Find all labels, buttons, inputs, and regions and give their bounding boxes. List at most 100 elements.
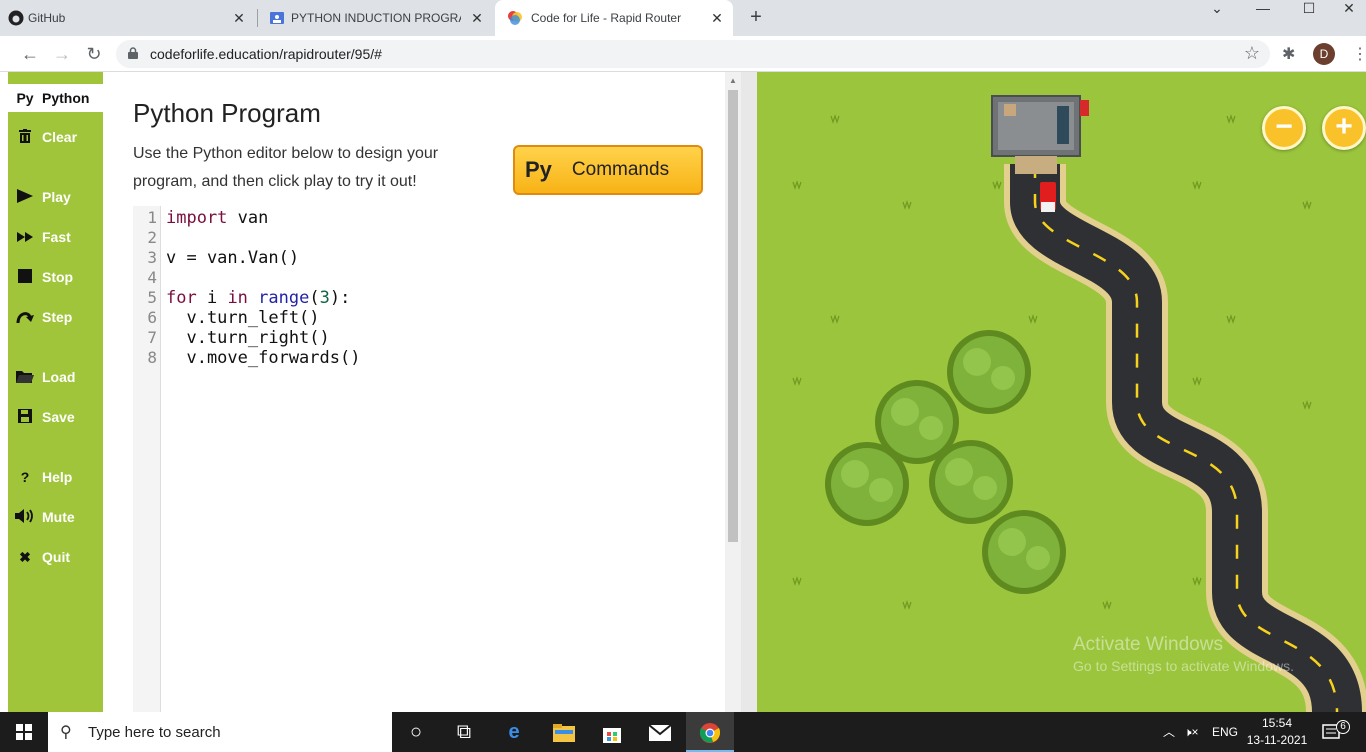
notification-count: 6 — [1336, 720, 1350, 734]
commands-button[interactable]: Py Commands — [513, 145, 703, 195]
taskbar-clock[interactable]: 15:54 13-11-2021 — [1244, 715, 1310, 749]
volume-muted-icon[interactable]: 🕨× — [1184, 712, 1199, 752]
sidebar-item-clear[interactable]: Clear — [8, 122, 103, 152]
page-title: Python Program — [133, 98, 321, 128]
task-view-icon[interactable]: ⧉ — [440, 712, 488, 752]
line-number: 4 — [147, 268, 157, 287]
trees — [825, 330, 1066, 594]
tab-title: Code for Life - Rapid Router — [531, 11, 682, 25]
game-map: − + Activate Windows Go to Settings to a… — [757, 72, 1366, 712]
file-explorer-icon[interactable] — [540, 712, 588, 752]
editor-scrollbar[interactable]: ▲ — [725, 72, 741, 712]
line-number: 1 — [147, 208, 157, 227]
edge-browser-icon[interactable]: e — [490, 712, 538, 752]
sidebar-item-step[interactable]: Step — [8, 302, 103, 332]
sidebar-item-label: Fast — [42, 229, 71, 245]
window-close-icon[interactable]: ✕ — [1332, 0, 1366, 18]
search-icon: ⚲ — [60, 724, 72, 741]
sidebar-item-quit[interactable]: ✖ Quit — [8, 542, 103, 572]
panel-divider[interactable] — [741, 72, 757, 712]
tab-github[interactable]: GitHub ✕ — [0, 0, 255, 36]
folder-icon — [14, 369, 36, 386]
python-editor-panel: Python Program Use the Python editor bel… — [103, 72, 725, 712]
address-bar[interactable]: codeforlife.education/rapidrouter/95/# ☆ — [116, 40, 1270, 68]
store-icon[interactable] — [588, 712, 636, 752]
maximize-icon[interactable]: ☐ — [1286, 0, 1332, 18]
windows-taskbar: ⚲ Type here to search ○ ⧉ e ︿ 🕨× ENG 15:… — [0, 712, 1366, 752]
sidebar-item-label: Save — [42, 409, 75, 425]
back-arrow-icon[interactable]: ← — [18, 42, 42, 66]
lock-icon — [128, 47, 138, 59]
help-icon: ? — [20, 469, 30, 485]
code-line-6: v.turn_left() — [166, 308, 320, 328]
sidebar-item-label: Step — [42, 309, 73, 325]
new-tab-button[interactable]: + — [744, 6, 768, 30]
tab-rapid-router[interactable]: Code for Life - Rapid Router ✕ — [495, 0, 733, 36]
close-icon[interactable]: ✕ — [469, 10, 485, 26]
scroll-thumb[interactable] — [728, 90, 738, 542]
minimize-icon[interactable]: — — [1240, 0, 1286, 18]
sidebar-item-load[interactable]: Load — [8, 362, 103, 392]
forward-arrow-icon[interactable]: → — [50, 42, 74, 66]
code-line-1: import van — [166, 208, 269, 228]
sidebar-item-play[interactable]: Play — [8, 182, 103, 212]
sidebar-item-save[interactable]: Save — [8, 402, 103, 432]
sidebar-item-fast[interactable]: Fast — [8, 222, 103, 252]
python-icon: Py — [16, 90, 34, 106]
cortana-circle-icon[interactable]: ○ — [392, 712, 440, 752]
close-icon[interactable]: ✕ — [231, 10, 247, 26]
clock-date: 13-11-2021 — [1246, 733, 1308, 747]
sidebar-item-label: Help — [42, 469, 73, 485]
save-icon — [14, 408, 36, 426]
code-line-5: for i in range(3): — [166, 288, 351, 308]
code-line-3: v = van.Van() — [166, 248, 300, 268]
github-icon — [8, 10, 24, 26]
sidebar-item-label: Python — [42, 90, 90, 106]
tab-title: PYTHON INDUCTION PROGRAM — [291, 11, 461, 25]
activate-windows-watermark: Activate Windows Go to Settings to activ… — [1073, 634, 1294, 674]
menu-kebab-icon[interactable]: ⋮ — [1352, 44, 1366, 64]
profile-avatar[interactable]: D — [1313, 43, 1335, 65]
tab-search-icon[interactable]: ⌄ — [1194, 0, 1240, 18]
zoom-out-button[interactable]: − — [1262, 106, 1306, 150]
line-number: 2 — [147, 228, 157, 247]
sidebar-item-python[interactable]: Py Python — [8, 84, 103, 112]
show-hidden-icons-chevron-icon[interactable]: ︿ — [1163, 712, 1175, 752]
watermark-title: Activate Windows — [1073, 634, 1223, 655]
sidebar-item-help[interactable]: ? Help — [8, 462, 103, 492]
trash-icon — [14, 128, 36, 146]
browser-toolbar: ← → ↻ codeforlife.education/rapidrouter/… — [0, 36, 1366, 72]
close-icon[interactable]: ✕ — [709, 10, 725, 26]
close-icon: ✖ — [19, 548, 31, 565]
controls-sidebar: Py Python Clear Play Fast Stop Step Load — [8, 72, 103, 712]
url-text: codeforlife.education/rapidrouter/95/# — [150, 46, 382, 62]
bookmark-star-icon[interactable]: ☆ — [1244, 43, 1260, 64]
stop-icon — [14, 268, 36, 286]
reload-icon[interactable]: ↻ — [82, 42, 106, 66]
van — [1040, 182, 1056, 212]
chrome-icon[interactable] — [686, 712, 734, 752]
notification-center-icon[interactable]: 6 — [1322, 712, 1352, 752]
step-icon — [14, 309, 36, 326]
mail-icon[interactable] — [636, 712, 684, 752]
sidebar-item-stop[interactable]: Stop — [8, 262, 103, 292]
search-placeholder: Type here to search — [88, 723, 221, 741]
watermark-subtitle: Go to Settings to activate Windows. — [1073, 658, 1294, 674]
house — [991, 95, 1089, 174]
clock-time: 15:54 — [1261, 716, 1293, 730]
extensions-puzzle-icon[interactable]: ✱ — [1282, 44, 1295, 64]
scroll-up-arrow-icon[interactable]: ▲ — [729, 76, 737, 85]
language-indicator[interactable]: ENG — [1212, 712, 1238, 752]
tab-python-induction[interactable]: PYTHON INDUCTION PROGRAM ✕ — [259, 0, 493, 36]
sidebar-item-label: Load — [42, 369, 76, 385]
windows-start-button[interactable] — [0, 712, 48, 752]
code-line-7: v.turn_right() — [166, 328, 330, 348]
sidebar-item-mute[interactable]: Mute — [8, 502, 103, 532]
code-editor[interactable]: 1 2 3 4 5 6 7 8 import van v = van.Van()… — [133, 206, 725, 712]
browser-tab-strip: GitHub ✕ PYTHON INDUCTION PROGRAM ✕ Code… — [0, 0, 1366, 36]
taskbar-search-box[interactable]: ⚲ Type here to search — [48, 712, 392, 752]
sidebar-item-label: Clear — [42, 129, 78, 145]
zoom-in-button[interactable]: + — [1322, 106, 1366, 150]
sidebar-item-label: Quit — [42, 549, 70, 565]
road — [1004, 164, 1366, 712]
